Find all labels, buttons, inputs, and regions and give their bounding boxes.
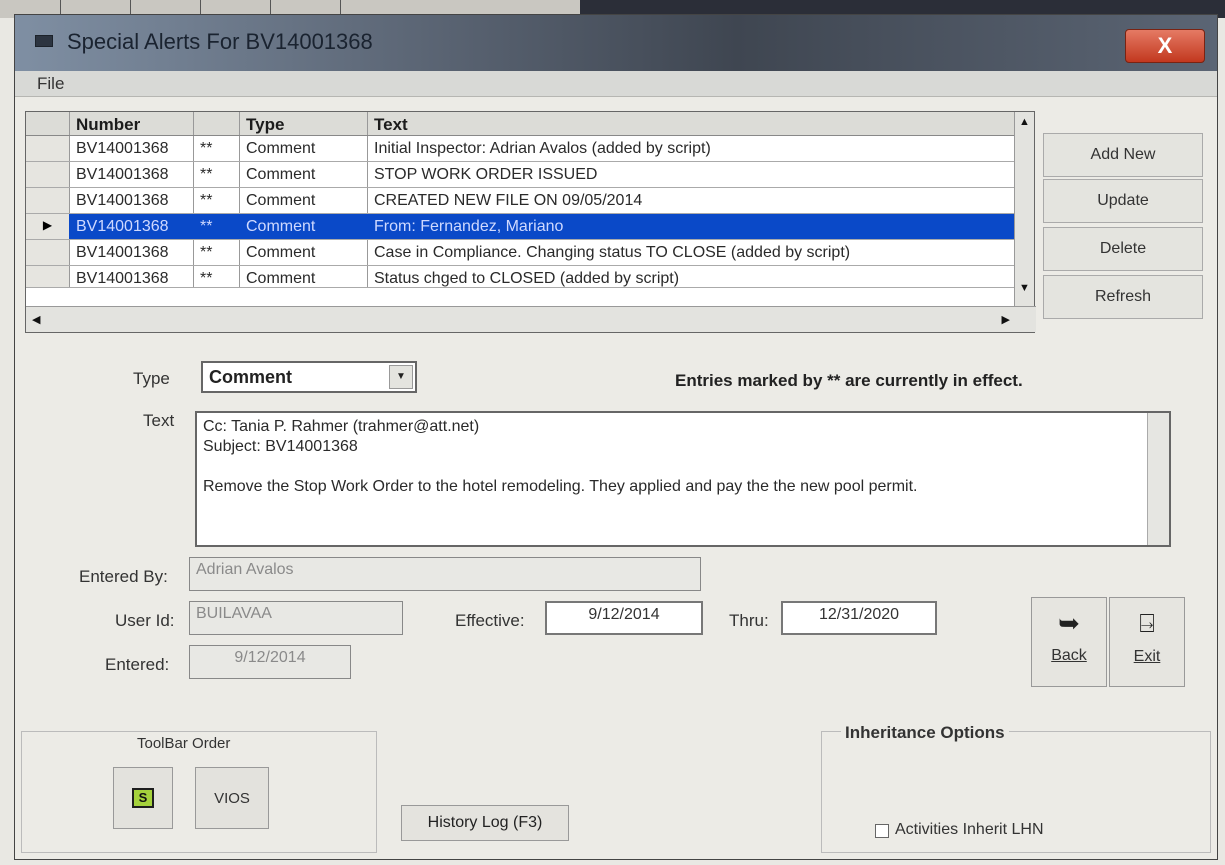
cell-mark: ** <box>194 162 240 187</box>
scroll-down-icon[interactable]: ▼ <box>1019 282 1030 294</box>
header-number[interactable]: Number <box>70 112 194 135</box>
user-id-field: BUILAVAA <box>189 601 403 635</box>
update-button[interactable]: Update <box>1043 179 1203 223</box>
header-selector <box>26 112 70 135</box>
cell-type: Comment <box>240 240 368 265</box>
cell-text: CREATED NEW FILE ON 09/05/2014 <box>368 188 1016 213</box>
cell-type: Comment <box>240 266 368 287</box>
text-line: Subject: BV14001368 <box>203 438 358 455</box>
cell-mark: ** <box>194 136 240 161</box>
text-line: Remove the Stop Work Order to the hotel … <box>203 478 918 495</box>
row-selector[interactable] <box>26 162 70 187</box>
type-label: Type <box>133 369 170 388</box>
cell-mark: ** <box>194 266 240 287</box>
close-button[interactable]: X <box>1125 29 1205 63</box>
toolbar-s-button[interactable]: S <box>113 767 173 829</box>
special-alerts-window: Special Alerts For BV14001368 X File Num… <box>14 14 1218 860</box>
header-mark <box>194 112 240 135</box>
cell-type: Comment <box>240 162 368 187</box>
add-new-button[interactable]: Add New <box>1043 133 1203 177</box>
cell-mark: ** <box>194 240 240 265</box>
history-log-button[interactable]: History Log (F3) <box>401 805 569 841</box>
back-arrow-icon: ➥ <box>1058 608 1080 638</box>
menu-file[interactable]: File <box>37 74 64 94</box>
cell-text: STOP WORK ORDER ISSUED <box>368 162 1016 187</box>
table-row-selected[interactable]: ▶ BV14001368 ** Comment From: Fernandez,… <box>26 214 1016 240</box>
inheritance-options-title: Inheritance Options <box>841 723 1009 743</box>
entered-by-field: Adrian Avalos <box>189 557 701 591</box>
chevron-down-icon[interactable]: ▼ <box>389 365 413 389</box>
user-id-label: User Id: <box>115 611 175 630</box>
table-row[interactable]: BV14001368 ** Comment STOP WORK ORDER IS… <box>26 162 1016 188</box>
thru-label: Thru: <box>729 611 769 630</box>
header-type[interactable]: Type <box>240 112 368 135</box>
type-select[interactable]: Comment ▼ <box>201 361 417 393</box>
row-selector[interactable] <box>26 188 70 213</box>
text-scrollbar[interactable] <box>1147 413 1169 545</box>
grid-vertical-scrollbar[interactable]: ▲ ▼ <box>1014 112 1034 308</box>
title-bar[interactable]: Special Alerts For BV14001368 X <box>15 15 1217 71</box>
row-selector[interactable] <box>26 240 70 265</box>
cell-text: Initial Inspector: Adrian Avalos (added … <box>368 136 1016 161</box>
cell-text: Case in Compliance. Changing status TO C… <box>368 240 1016 265</box>
row-selector[interactable] <box>26 266 70 287</box>
back-label: Back <box>1051 647 1087 664</box>
effective-label: Effective: <box>455 611 525 630</box>
cell-text: From: Fernandez, Mariano <box>368 214 1016 239</box>
text-line <box>203 457 1163 477</box>
activities-inherit-label: Activities Inherit LHN <box>895 821 1044 838</box>
dollar-s-icon: S <box>132 788 154 808</box>
text-line: Cc: Tania P. Rahmer (trahmer@att.net) <box>203 418 480 435</box>
cell-number: BV14001368 <box>70 162 194 187</box>
toolbar-vios-button[interactable]: VIOS <box>195 767 269 829</box>
activities-inherit-checkbox[interactable] <box>875 824 889 838</box>
scroll-left-icon[interactable]: ◀ <box>32 313 40 326</box>
table-row[interactable]: BV14001368 ** Comment Initial Inspector:… <box>26 136 1016 162</box>
cell-number: BV14001368 <box>70 240 194 265</box>
exit-label: Exit <box>1133 648 1161 665</box>
scroll-right-icon[interactable]: ▶ <box>1002 313 1010 326</box>
cell-text: Status chged to CLOSED (added by script) <box>368 266 1016 287</box>
row-pointer-icon[interactable]: ▶ <box>26 214 70 239</box>
row-selector[interactable] <box>26 136 70 161</box>
cell-number: BV14001368 <box>70 188 194 213</box>
toolbar-order-title: ToolBar Order <box>133 735 235 752</box>
window-title: Special Alerts For BV14001368 <box>67 29 373 54</box>
effective-date-field[interactable]: 9/12/2014 <box>545 601 703 635</box>
cell-mark: ** <box>194 214 240 239</box>
cell-type: Comment <box>240 188 368 213</box>
table-row[interactable]: BV14001368 ** Comment CREATED NEW FILE O… <box>26 188 1016 214</box>
exit-door-icon: ⍈ <box>1139 608 1155 638</box>
entered-label: Entered: <box>105 655 170 674</box>
delete-button[interactable]: Delete <box>1043 227 1203 271</box>
thru-date-field[interactable]: 12/31/2020 <box>781 601 937 635</box>
grid-header: Number Type Text <box>26 112 1016 136</box>
vios-label: VIOS <box>214 790 250 807</box>
cell-type: Comment <box>240 136 368 161</box>
cell-number: BV14001368 <box>70 266 194 287</box>
alerts-grid[interactable]: Number Type Text BV14001368 ** Comment I… <box>25 111 1036 333</box>
entries-note: Entries marked by ** are currently in ef… <box>675 371 1023 390</box>
cell-type: Comment <box>240 214 368 239</box>
cell-mark: ** <box>194 188 240 213</box>
grid-horizontal-scrollbar[interactable]: ◀ ▶ <box>26 306 1036 332</box>
table-row[interactable]: BV14001368 ** Comment Case in Compliance… <box>26 240 1016 266</box>
entered-date-field: 9/12/2014 <box>189 645 351 679</box>
refresh-button[interactable]: Refresh <box>1043 275 1203 319</box>
type-selected-value: Comment <box>209 367 293 387</box>
entered-by-label: Entered By: <box>79 567 168 586</box>
scroll-up-icon[interactable]: ▲ <box>1019 116 1030 128</box>
text-label: Text <box>143 411 175 430</box>
menu-bar: File <box>15 71 1217 97</box>
back-button[interactable]: ➥ Back <box>1031 597 1107 687</box>
cell-number: BV14001368 <box>70 214 194 239</box>
table-row[interactable]: BV14001368 ** Comment Status chged to CL… <box>26 266 1016 288</box>
exit-button[interactable]: ⍈ Exit <box>1109 597 1185 687</box>
alert-text-area[interactable]: Cc: Tania P. Rahmer (trahmer@att.net) Su… <box>195 411 1171 547</box>
app-icon <box>35 35 53 47</box>
cell-number: BV14001368 <box>70 136 194 161</box>
header-text[interactable]: Text <box>368 112 1016 135</box>
